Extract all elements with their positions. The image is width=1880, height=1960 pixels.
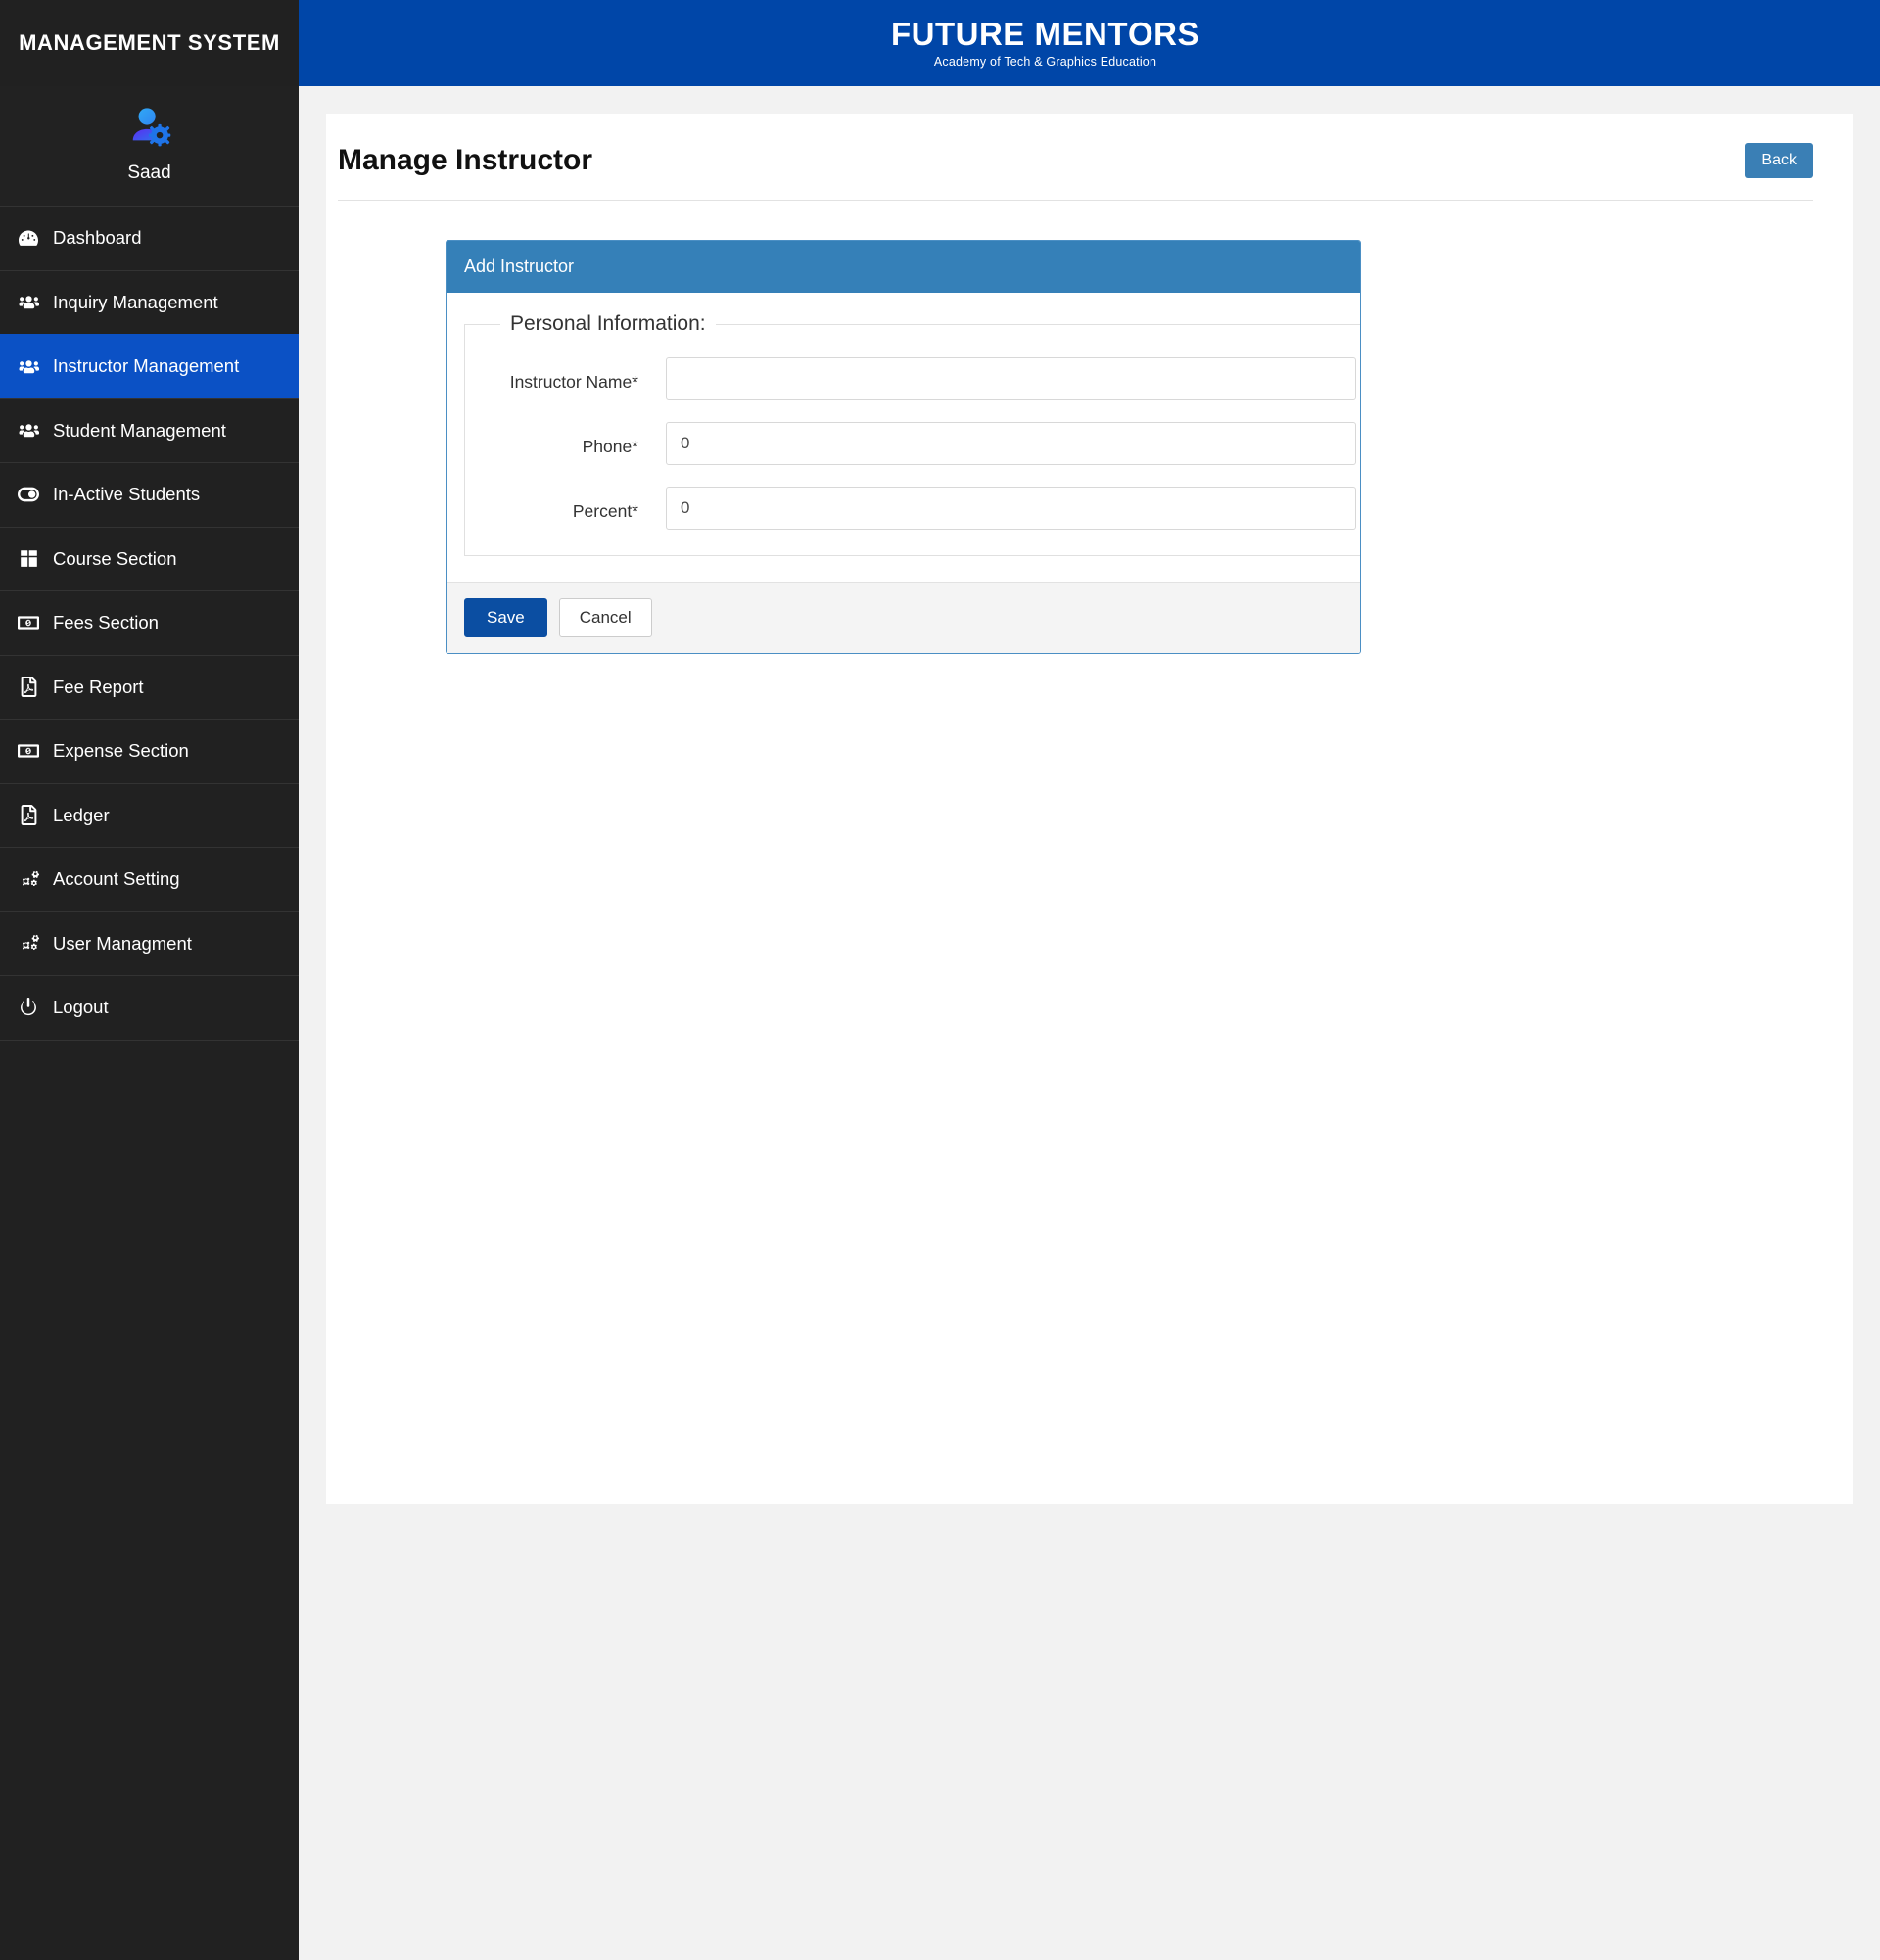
sidebar-item-instructor-management[interactable]: Instructor Management bbox=[0, 334, 299, 398]
save-button[interactable]: Save bbox=[464, 598, 547, 637]
personal-information-fieldset: Personal Information: Instructor Name* P… bbox=[464, 312, 1361, 556]
sidebar-item-ledger[interactable]: Ledger bbox=[0, 783, 299, 848]
sidebar-item-expense-section[interactable]: Expense Section bbox=[0, 719, 299, 783]
sidebar-item-label: Course Section bbox=[53, 548, 176, 570]
app-root: MANAGEMENT SYSTEM bbox=[0, 0, 1880, 1960]
sidebar-item-dashboard[interactable]: Dashboard bbox=[0, 206, 299, 270]
sidebar-item-label: User Managment bbox=[53, 933, 192, 955]
sidebar-item-label: Fee Report bbox=[53, 677, 144, 698]
sidebar-item-label: Student Management bbox=[53, 420, 226, 442]
logo-o-glyph: O bbox=[1128, 18, 1153, 50]
main-area: FUTURE MENTORS Academy of Tech & Graphic… bbox=[299, 0, 1880, 1960]
money-bill-icon bbox=[14, 612, 43, 633]
user-gear-icon bbox=[127, 104, 172, 149]
dashboard-icon bbox=[14, 228, 43, 248]
profile-name: Saad bbox=[127, 163, 170, 184]
sidebar-item-label: Expense Section bbox=[53, 740, 189, 762]
logo-title-part2: RS bbox=[1153, 18, 1199, 50]
file-pdf-icon bbox=[14, 677, 43, 697]
card-body: Personal Information: Instructor Name* P… bbox=[446, 293, 1360, 582]
form-row-instructor-name: Instructor Name* bbox=[485, 357, 1356, 400]
money-bill-icon bbox=[14, 740, 43, 762]
content-panel: Manage Instructor Back Add Instructor Pe… bbox=[326, 114, 1853, 1504]
users-icon bbox=[14, 356, 43, 377]
sidebar-item-label: Account Setting bbox=[53, 868, 180, 890]
form-row-percent: Percent* bbox=[485, 487, 1356, 530]
sidebar-item-fee-report[interactable]: Fee Report bbox=[0, 655, 299, 720]
sidebar-item-label: In-Active Students bbox=[53, 484, 200, 505]
cancel-button[interactable]: Cancel bbox=[559, 598, 652, 637]
sidebar-item-label: Instructor Management bbox=[53, 355, 239, 377]
instructor-name-input[interactable] bbox=[666, 357, 1356, 400]
add-instructor-card: Add Instructor Personal Information: Ins… bbox=[446, 240, 1361, 654]
toggle-icon bbox=[14, 484, 43, 505]
phone-input[interactable] bbox=[666, 422, 1356, 465]
sidebar-item-user-managment[interactable]: User Managment bbox=[0, 911, 299, 976]
users-icon bbox=[14, 292, 43, 312]
fieldset-legend: Personal Information: bbox=[500, 312, 716, 336]
sidebar-profile: Saad bbox=[0, 86, 299, 206]
logo-title-part1: FUTURE MENT bbox=[891, 18, 1128, 50]
sidebar: MANAGEMENT SYSTEM bbox=[0, 0, 299, 1960]
sidebar-item-label: Ledger bbox=[53, 805, 110, 826]
sidebar-item-account-setting[interactable]: Account Setting bbox=[0, 847, 299, 911]
sidebar-item-inquiry-management[interactable]: Inquiry Management bbox=[0, 270, 299, 335]
instructor-name-label: Instructor Name* bbox=[485, 357, 666, 397]
top-header-bar: FUTURE MENTORS Academy of Tech & Graphic… bbox=[299, 0, 1880, 86]
sidebar-filler bbox=[0, 1040, 299, 1960]
percent-label: Percent* bbox=[485, 487, 666, 526]
sidebar-item-fees-section[interactable]: Fees Section bbox=[0, 590, 299, 655]
sidebar-item-label: Dashboard bbox=[53, 227, 142, 249]
sidebar-item-label: Logout bbox=[53, 997, 109, 1018]
users-icon bbox=[14, 420, 43, 441]
sidebar-item-logout[interactable]: Logout bbox=[0, 975, 299, 1040]
logo-title: FUTURE MENTORS bbox=[891, 18, 1199, 50]
sidebar-item-label: Fees Section bbox=[53, 612, 159, 633]
percent-input[interactable] bbox=[666, 487, 1356, 530]
sidebar-item-inactive-students[interactable]: In-Active Students bbox=[0, 462, 299, 527]
cogs-icon bbox=[14, 933, 43, 954]
sidebar-item-course-section[interactable]: Course Section bbox=[0, 527, 299, 591]
cogs-icon bbox=[14, 869, 43, 890]
form-row-phone: Phone* bbox=[485, 422, 1356, 465]
power-icon bbox=[14, 998, 43, 1017]
sidebar-menu: Dashboard Inquiry Management Instructor … bbox=[0, 206, 299, 1040]
grid-icon bbox=[14, 549, 43, 568]
page-title: Manage Instructor bbox=[338, 144, 592, 177]
card-footer: Save Cancel bbox=[446, 582, 1360, 653]
logo-tagline: Academy of Tech & Graphics Education bbox=[934, 55, 1156, 69]
page-header: Manage Instructor Back bbox=[338, 143, 1813, 201]
sidebar-item-student-management[interactable]: Student Management bbox=[0, 398, 299, 463]
content-wrapper: Manage Instructor Back Add Instructor Pe… bbox=[299, 86, 1880, 1960]
brand-logo: FUTURE MENTORS Academy of Tech & Graphic… bbox=[891, 18, 1199, 69]
sidebar-brand: MANAGEMENT SYSTEM bbox=[0, 0, 299, 86]
card-header-title: Add Instructor bbox=[446, 241, 1360, 293]
file-pdf-icon bbox=[14, 805, 43, 825]
phone-label: Phone* bbox=[485, 422, 666, 461]
sidebar-item-label: Inquiry Management bbox=[53, 292, 218, 313]
back-button[interactable]: Back bbox=[1745, 143, 1813, 178]
